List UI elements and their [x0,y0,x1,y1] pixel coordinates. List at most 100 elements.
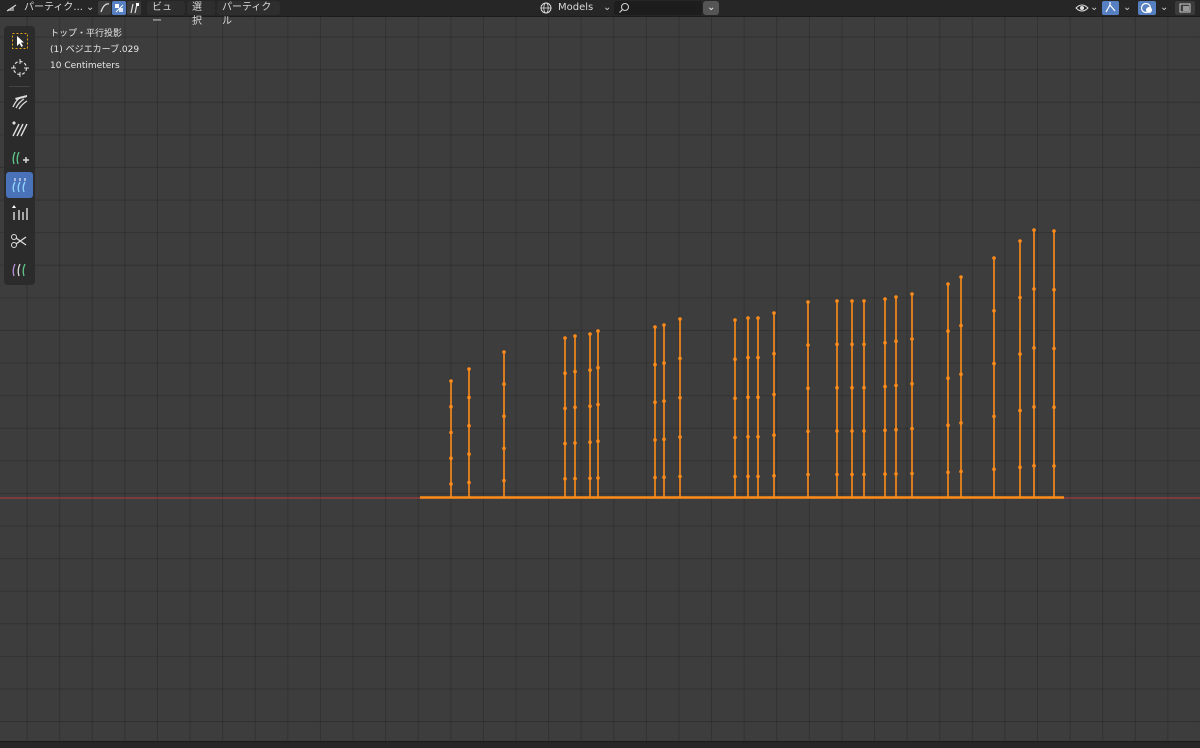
strand-control-point[interactable] [449,482,453,486]
strand-control-point[interactable] [1018,239,1022,243]
strand-control-point[interactable] [1052,287,1056,292]
collection-selector[interactable]: Models ⌄ [538,1,612,15]
strand-control-point[interactable] [1052,346,1056,351]
strand-control-point[interactable] [862,429,866,433]
strand-control-point[interactable] [894,295,898,299]
strand-control-point[interactable] [653,362,657,367]
strand-control-point[interactable] [662,361,666,365]
strand-control-point[interactable] [946,423,950,428]
strand-control-point[interactable] [746,435,750,439]
overlay-dropdown[interactable]: ⌄ [1138,1,1170,15]
strand-control-point[interactable] [756,395,760,400]
strand-control-point[interactable] [946,329,950,333]
strand-control-point[interactable] [806,472,810,477]
xray-toggle[interactable] [1175,1,1195,15]
strand-control-point[interactable] [835,429,839,433]
strand-control-point[interactable] [910,471,914,476]
strand-control-point[interactable] [467,367,471,371]
strand-control-point[interactable] [883,428,887,433]
strand-control-point[interactable] [502,414,506,419]
strand-control-point[interactable] [596,329,600,333]
strand-control-point[interactable] [678,317,682,321]
strand-control-point[interactable] [1018,408,1022,413]
strand-control-point[interactable] [596,365,600,370]
strand-control-point[interactable] [573,441,577,445]
strand-control-point[interactable] [910,337,914,341]
strand-control-point[interactable] [563,406,567,411]
strand-control-point[interactable] [573,334,577,338]
strand-control-point[interactable] [596,402,600,407]
strand-control-point[interactable] [910,426,914,431]
menu-select[interactable]: 選択 [187,1,215,27]
strand-control-point[interactable] [883,341,887,345]
strand-control-point[interactable] [733,435,737,440]
overlay-toggle[interactable] [1138,1,1156,15]
strand-control-point[interactable] [653,475,657,480]
strand-control-point[interactable] [850,342,854,347]
strand-control-point[interactable] [806,300,810,304]
gizmo-dropdown[interactable]: ⌄ [1102,1,1134,15]
strand-control-point[interactable] [992,467,996,472]
strand-control-point[interactable] [992,361,996,366]
strand-control-point[interactable] [756,474,760,479]
strand-control-point[interactable] [862,385,866,390]
strand-control-point[interactable] [746,474,750,479]
strand-control-point[interactable] [563,477,567,481]
strand-control-point[interactable] [563,371,567,376]
tool-length[interactable] [6,172,33,198]
strand-control-point[interactable] [1032,346,1036,350]
strand-control-point[interactable] [502,446,506,451]
mode-selector[interactable]: パーティク... ⌄ [4,1,96,15]
tool-select[interactable] [6,28,33,54]
strand-control-point[interactable] [772,351,776,356]
select-mode-tip-icon[interactable] [127,1,141,15]
strand-control-point[interactable] [588,404,592,409]
strand-control-point[interactable] [959,372,963,377]
strand-control-point[interactable] [467,452,471,456]
strand-control-point[interactable] [1052,229,1056,233]
search-input[interactable] [614,1,702,15]
strand-control-point[interactable] [959,469,963,474]
strand-control-point[interactable] [850,299,854,303]
strand-control-point[interactable] [894,472,898,476]
strand-control-point[interactable] [678,396,682,400]
menu-view[interactable]: ビュー [147,1,185,27]
strand-control-point[interactable] [653,438,657,442]
select-mode-path-icon[interactable] [98,1,111,15]
strand-control-point[interactable] [894,427,898,432]
strand-control-point[interactable] [806,343,810,347]
strand-control-point[interactable] [894,383,898,388]
strand-control-point[interactable] [746,395,750,400]
strand-control-point[interactable] [449,430,453,435]
strand-control-point[interactable] [883,297,887,301]
strand-control-point[interactable] [653,325,657,329]
strand-control-point[interactable] [746,316,750,320]
strand-control-point[interactable] [772,392,776,397]
strand-control-point[interactable] [1032,464,1036,468]
strand-control-point[interactable] [678,474,682,479]
strand-control-point[interactable] [733,474,737,479]
strand-control-point[interactable] [596,439,600,444]
strand-control-point[interactable] [1052,464,1056,468]
strand-control-point[interactable] [678,356,682,361]
select-mode-point-icon[interactable] [112,1,126,15]
strand-control-point[interactable] [662,399,666,403]
strand-control-point[interactable] [772,433,776,437]
strand-control-point[interactable] [883,384,887,389]
strand-control-point[interactable] [992,309,996,313]
tool-cut[interactable] [6,228,33,254]
strand-control-point[interactable] [862,299,866,303]
strand-control-point[interactable] [588,440,592,445]
strand-control-point[interactable] [992,256,996,260]
strand-control-point[interactable] [588,368,592,372]
strand-control-point[interactable] [1018,295,1022,300]
strand-control-point[interactable] [502,478,506,483]
strand-control-point[interactable] [959,323,963,328]
strand-control-point[interactable] [835,342,839,347]
strand-control-point[interactable] [910,292,914,296]
strand-control-point[interactable] [806,429,810,434]
strand-control-point[interactable] [1032,287,1036,291]
strand-control-point[interactable] [835,472,839,477]
strand-control-point[interactable] [772,311,776,315]
strand-control-point[interactable] [588,476,592,481]
